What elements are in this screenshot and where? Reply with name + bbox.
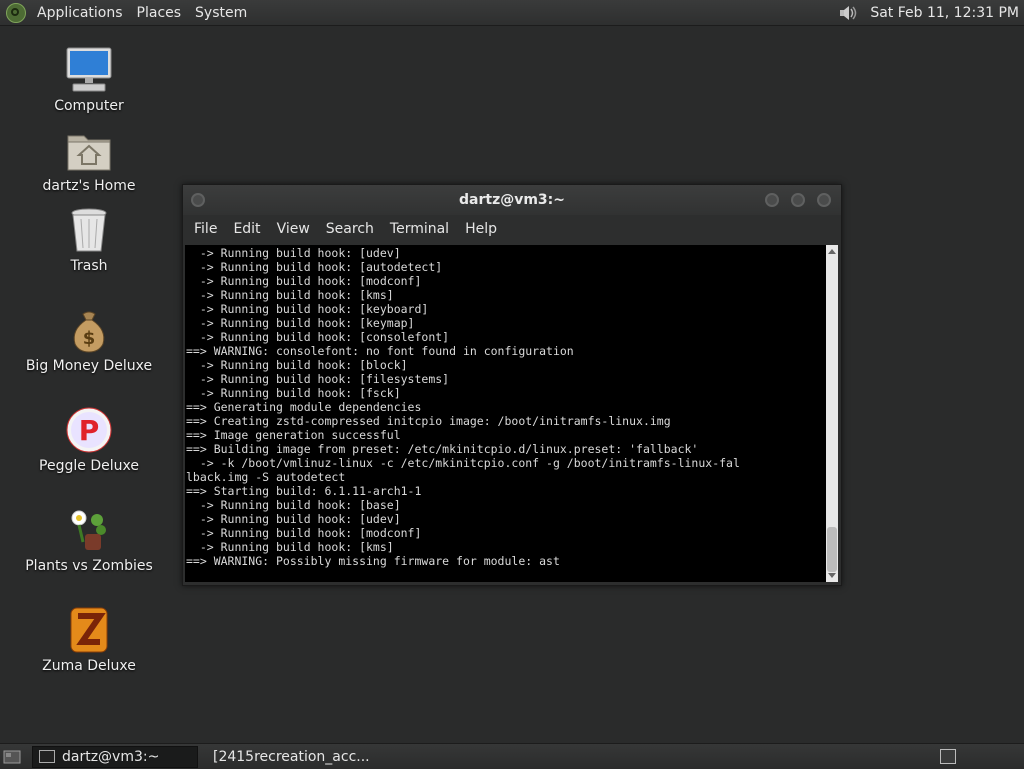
terminal-window[interactable]: dartz@vm3:~ File Edit View Search Termin… (182, 184, 842, 586)
terminal-line: -> Running build hook: [filesystems] (186, 372, 450, 386)
scrollbar-thumb[interactable] (827, 527, 837, 572)
scroll-up-icon[interactable] (828, 249, 836, 254)
terminal-line: ==> Building image from preset: /etc/mki… (186, 442, 699, 456)
window-title: dartz@vm3:~ (459, 192, 565, 208)
desktop-icon-label: Computer (54, 98, 124, 114)
terminal-line: ==> WARNING: Possibly missing firmware f… (186, 554, 560, 568)
plants-icon (65, 506, 113, 554)
desktop-icon-trash[interactable]: Trash (19, 206, 159, 274)
terminal-line: ==> WARNING: consolefont: no font found … (186, 344, 574, 358)
clock[interactable]: Sat Feb 11, 12:31 PM (870, 5, 1019, 21)
scroll-down-icon[interactable] (828, 573, 836, 578)
volume-icon[interactable] (838, 4, 860, 22)
terminal-line: -> Running build hook: [autodetect] (186, 260, 443, 274)
taskbar-item-label: dartz@vm3:~ (62, 748, 160, 765)
terminal-menubar: File Edit View Search Terminal Help (183, 215, 841, 243)
desktop-icon-plants-vs-zombies[interactable]: Plants vs Zombies (19, 506, 159, 574)
terminal-line: -> Running build hook: [consolefont] (186, 330, 450, 344)
window-titlebar[interactable]: dartz@vm3:~ (183, 185, 841, 215)
desktop-icon-peggle[interactable]: P Peggle Deluxe (19, 406, 159, 474)
desktop-icon-label: Big Money Deluxe (25, 358, 153, 374)
maximize-button[interactable] (791, 193, 805, 207)
menu-view[interactable]: View (269, 221, 318, 237)
taskbar-item-label: [2415recreation_acc... (213, 748, 370, 765)
peggle-icon: P (65, 406, 113, 454)
vertical-scrollbar[interactable] (826, 245, 838, 582)
desktop-icon-label: Zuma Deluxe (42, 658, 136, 674)
taskbar-item-firefox[interactable]: [2415recreation_acc... (200, 746, 370, 768)
svg-text:$: $ (83, 328, 96, 349)
terminal-line: -> Running build hook: [udev] (186, 246, 401, 260)
terminal-line: -> Running build hook: [kms] (186, 540, 394, 554)
close-button[interactable] (817, 193, 831, 207)
computer-icon (65, 46, 113, 94)
terminal-line: -> Running build hook: [udev] (186, 512, 401, 526)
terminal-line: -> Running build hook: [modconf] (186, 526, 422, 540)
main-menu: Applications Places System (0, 0, 254, 25)
desktop-icon-big-money[interactable]: $ Big Money Deluxe (19, 306, 159, 374)
top-panel: Applications Places System Sat Feb 11, 1… (0, 0, 1024, 26)
menu-terminal[interactable]: Terminal (382, 221, 457, 237)
desktop-icon-label: Peggle Deluxe (39, 458, 139, 474)
system-menu[interactable]: System (188, 5, 254, 21)
terminal-icon (39, 750, 55, 763)
menu-file[interactable]: File (186, 221, 225, 237)
terminal-output[interactable]: -> Running build hook: [udev] -> Running… (185, 245, 826, 582)
workspace-switcher-icon[interactable] (940, 749, 956, 764)
desktop-icon-home[interactable]: dartz's Home (19, 126, 159, 194)
terminal-line: -> Running build hook: [block] (186, 358, 408, 372)
terminal-line: -> Running build hook: [kms] (186, 288, 394, 302)
distro-logo-icon[interactable] (6, 2, 26, 23)
desktop-icon-label: Trash (70, 258, 108, 274)
trash-icon (65, 206, 113, 254)
terminal-line: ==> Starting build: 6.1.11-arch1-1 (186, 484, 422, 498)
terminal-line: -> Running build hook: [modconf] (186, 274, 422, 288)
money-bag-icon: $ (65, 306, 113, 354)
svg-text:P: P (79, 414, 100, 447)
show-desktop-icon[interactable] (0, 746, 24, 768)
applications-menu[interactable]: Applications (30, 5, 130, 21)
terminal-line: -> Running build hook: [keymap] (186, 316, 415, 330)
taskbar-item-terminal[interactable]: dartz@vm3:~ (32, 745, 198, 768)
terminal-line: lback.img -S autodetect (186, 470, 346, 484)
bottom-panel: dartz@vm3:~ [2415recreation_acc... (0, 743, 1024, 769)
terminal-line: -> -k /boot/vmlinuz-linux -c /etc/mkinit… (186, 456, 740, 470)
desktop-icon-computer[interactable]: Computer (19, 46, 159, 114)
minimize-button[interactable] (765, 193, 779, 207)
terminal-line: -> Running build hook: [fsck] (186, 386, 401, 400)
menu-search[interactable]: Search (318, 221, 382, 237)
desktop-icon-zuma[interactable]: Zuma Deluxe (19, 606, 159, 674)
zuma-icon (65, 606, 113, 654)
home-folder-icon (65, 126, 113, 174)
terminal-line: ==> Creating zstd-compressed initcpio im… (186, 414, 671, 428)
desktop-icon-label: Plants vs Zombies (25, 558, 153, 574)
terminal-line: ==> Generating module dependencies (186, 400, 422, 414)
desktop-icon-label: dartz's Home (42, 178, 136, 194)
menu-help[interactable]: Help (457, 221, 505, 237)
terminal-line: -> Running build hook: [keyboard] (186, 302, 429, 316)
places-menu[interactable]: Places (130, 5, 189, 21)
menu-edit[interactable]: Edit (225, 221, 268, 237)
terminal-line: ==> Image generation successful (186, 428, 401, 442)
terminal-line: -> Running build hook: [base] (186, 498, 401, 512)
terminal-text: -> Running build hook: [udev] -> Running… (185, 245, 826, 568)
